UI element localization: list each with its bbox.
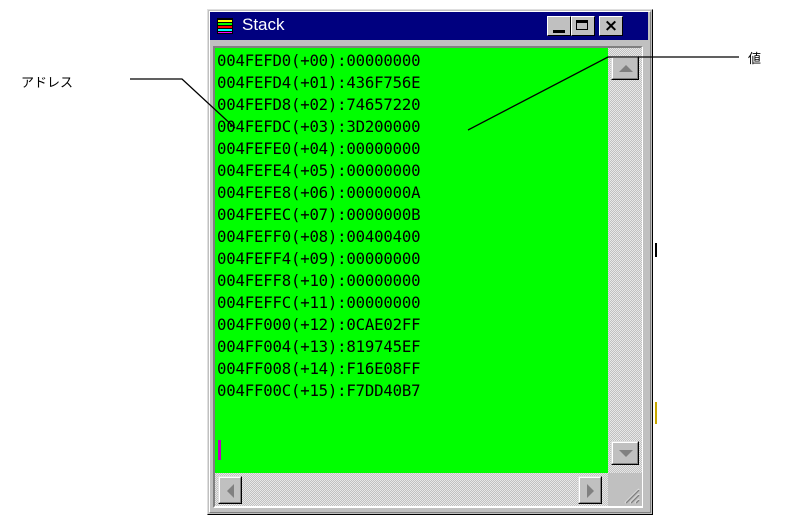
text-cursor <box>218 440 221 460</box>
stack-line: 004FEFE0(+04):00000000 <box>217 139 421 158</box>
stack-line: 004FEFEC(+07):0000000B <box>217 205 421 224</box>
arrow-down-icon <box>619 450 633 457</box>
stack-line: 004FEFFC(+11):00000000 <box>217 293 421 312</box>
scrollbar-corner <box>608 473 642 506</box>
stack-lines-list: 004FEFD0(+00):00000000 004FEFD4(+01):436F… <box>217 50 425 402</box>
close-icon: × <box>603 16 619 36</box>
maximize-icon <box>576 20 588 30</box>
stack-line: 004FEFF8(+10):00000000 <box>217 271 421 290</box>
value-callout-label: 値 <box>748 52 762 67</box>
stack-line: 004FF004(+13):819745EF <box>217 337 421 356</box>
arrow-left-icon <box>227 484 234 498</box>
scroll-left-button[interactable] <box>218 476 242 504</box>
stack-line: 004FEFE8(+06):0000000A <box>217 183 421 202</box>
stack-line: 004FEFD8(+02):74657220 <box>217 95 421 114</box>
minimize-button[interactable] <box>547 16 571 36</box>
scroll-up-button[interactable] <box>611 56 639 80</box>
stack-line: 004FEFDC(+03):3D200000 <box>217 117 421 136</box>
window-title: Stack <box>242 15 285 34</box>
arrow-right-icon <box>587 484 594 498</box>
stack-line: 004FF008(+14):F16E08FF <box>217 359 421 378</box>
scroll-down-button[interactable] <box>611 441 639 465</box>
arrow-up-icon <box>619 65 633 72</box>
stack-line: 004FF000(+12):0CAE02FF <box>217 315 421 334</box>
maximize-button[interactable] <box>571 16 595 36</box>
scroll-right-button[interactable] <box>578 476 602 504</box>
stack-line: 004FEFD0(+00):00000000 <box>217 51 421 70</box>
vertical-scrollbar[interactable] <box>608 48 642 473</box>
edge-artifact <box>655 243 657 257</box>
stack-line: 004FEFF0(+08):00400400 <box>217 227 421 246</box>
stack-line: 004FEFF4(+09):00000000 <box>217 249 421 268</box>
stack-content-area[interactable]: 004FEFD0(+00):00000000 004FEFD4(+01):436F… <box>215 48 608 473</box>
edge-artifact <box>655 402 657 424</box>
minimize-icon <box>553 30 565 33</box>
resize-grip-icon[interactable] <box>622 486 640 504</box>
stack-line: 004FF00C(+15):F7DD40B7 <box>217 381 421 400</box>
close-button[interactable]: × <box>599 16 623 36</box>
stack-line: 004FEFD4(+01):436F756E <box>217 73 421 92</box>
horizontal-scrollbar[interactable] <box>215 473 608 506</box>
window-titlebar[interactable]: Stack × <box>210 12 648 40</box>
stack-window-icon <box>217 18 233 34</box>
stack-line: 004FEFE4(+05):00000000 <box>217 161 421 180</box>
address-callout-label: アドレス <box>21 76 74 91</box>
